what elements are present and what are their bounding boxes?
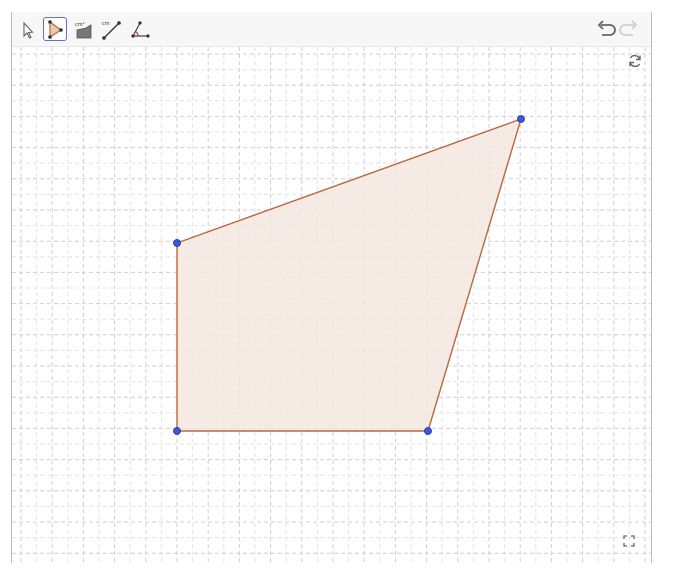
grid-and-polygon bbox=[12, 47, 651, 563]
vertex-point[interactable] bbox=[424, 427, 432, 435]
toolbar: cm² cm bbox=[12, 12, 651, 47]
reset-view-button[interactable] bbox=[627, 53, 643, 69]
graphics-canvas[interactable] bbox=[12, 47, 651, 563]
svg-text:cm²: cm² bbox=[75, 22, 85, 28]
fullscreen-button[interactable] bbox=[621, 533, 637, 549]
svg-text:cm: cm bbox=[102, 21, 110, 27]
vertex-point[interactable] bbox=[517, 115, 525, 123]
angle-tool-icon bbox=[131, 21, 150, 38]
distance-measure-icon: cm bbox=[102, 21, 121, 40]
polygon-tool-icon bbox=[48, 20, 63, 39]
reset-view-icon bbox=[629, 54, 641, 68]
geometry-applet: cm² cm bbox=[11, 12, 652, 563]
vertex-point[interactable] bbox=[173, 239, 181, 247]
undo-icon bbox=[597, 20, 616, 36]
area-measure-icon: cm² bbox=[75, 22, 92, 39]
polygon-tool-button[interactable] bbox=[43, 17, 67, 41]
move-arrow-icon bbox=[23, 21, 34, 39]
fullscreen-icon bbox=[623, 535, 635, 547]
angle-tool-button[interactable] bbox=[127, 17, 151, 41]
quadrilateral-polygon[interactable] bbox=[176, 117, 523, 432]
area-tool-button[interactable]: cm² bbox=[71, 17, 95, 41]
vertex-point[interactable] bbox=[173, 427, 181, 435]
distance-tool-button[interactable]: cm bbox=[99, 17, 123, 41]
undo-button[interactable] bbox=[595, 19, 617, 39]
move-tool-button[interactable] bbox=[15, 17, 39, 41]
redo-icon bbox=[619, 20, 638, 36]
redo-button[interactable] bbox=[618, 19, 640, 39]
